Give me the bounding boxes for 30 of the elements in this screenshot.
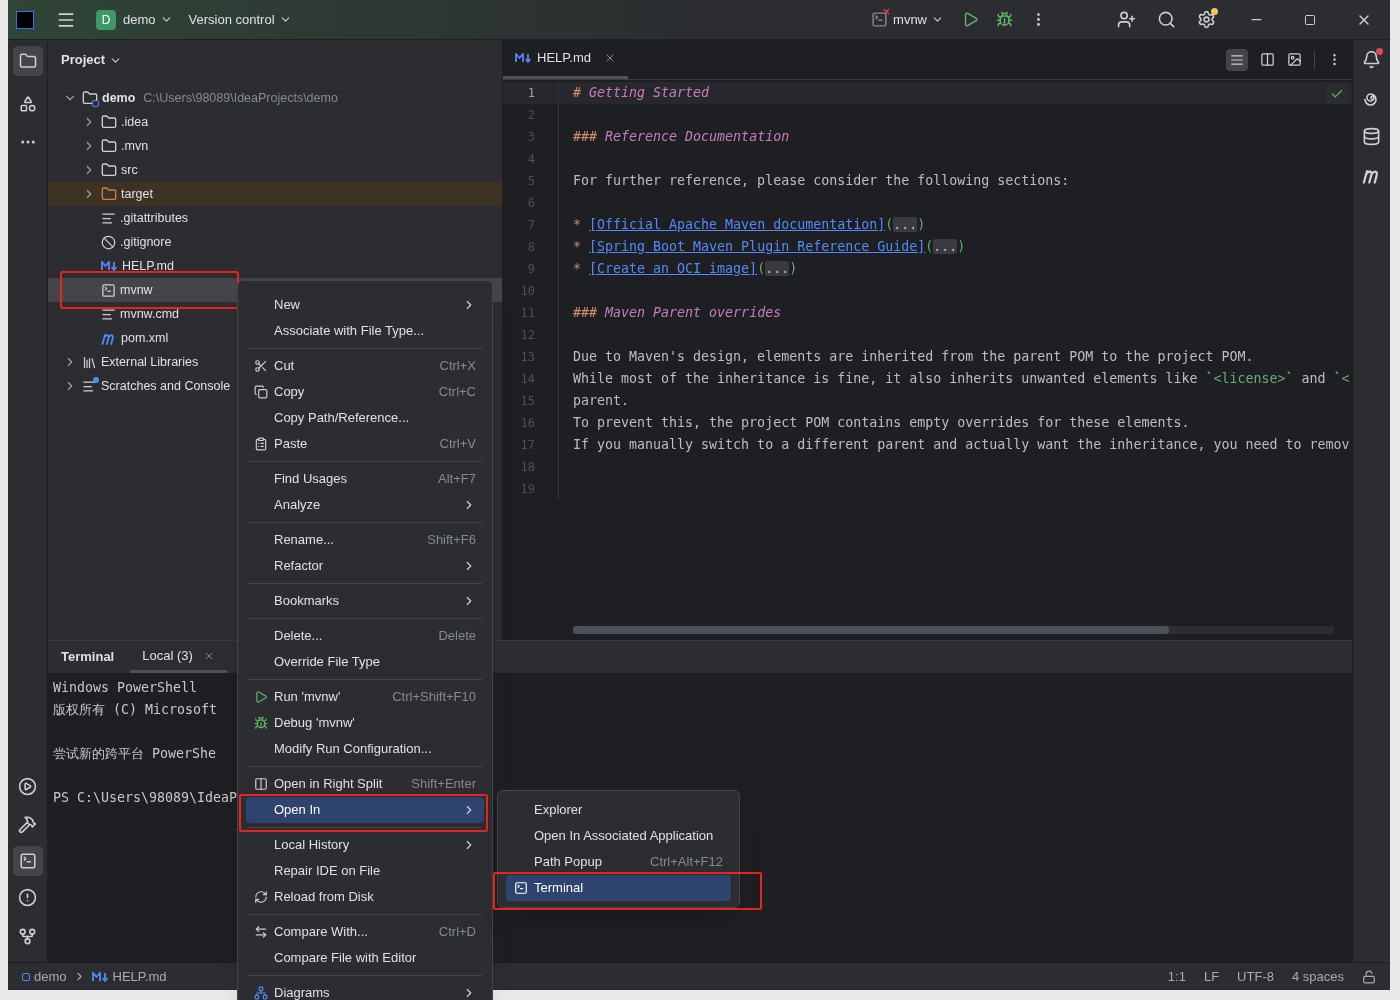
- code-line: * [Official Apache Maven documentation](...): [573, 216, 926, 235]
- code-line: ### Reference Documentation: [573, 128, 790, 147]
- shortcut-text: Alt+F7: [438, 470, 476, 489]
- tool-window-title: Terminal: [61, 648, 115, 667]
- code-line: If you manually switch to a different parent and actually want the inheritance, you need to remov: [573, 436, 1350, 455]
- terminal-line: PS C:\Users\98089\IdeaP: [53, 789, 238, 807]
- shortcut-text: Shift+Enter: [411, 775, 476, 794]
- shortcut-text: Ctrl+C: [438, 383, 476, 402]
- project-badge: D: [96, 9, 116, 30]
- code-line: To prevent this, the project POM contains empty overrides for these elements.: [573, 414, 1190, 433]
- code-line: Due to Maven's design, elements are inherited from the parent POM to the project POM.: [573, 348, 1254, 367]
- shortcut-text: Ctrl+Shift+F10: [392, 688, 476, 707]
- code-line: parent.: [573, 392, 630, 411]
- shortcut-text: Shift+F6: [427, 531, 476, 550]
- code-line: While most of the inheritance is fine, it also inherits unwanted elements like `<license>` and `<: [573, 370, 1350, 389]
- shortcut-text: Ctrl+V: [439, 435, 476, 454]
- shortcut-text: Delete: [438, 627, 476, 646]
- code-line: * [Create an OCI image](...): [573, 260, 798, 279]
- code-line: ### Maven Parent overrides: [573, 304, 782, 323]
- shortcut-text: Ctrl+X: [439, 357, 476, 376]
- terminal-line: 版权所有 (C) Microsoft: [53, 701, 218, 719]
- code-line: * [Spring Boot Maven Plugin Reference Guide](...): [573, 238, 966, 257]
- shortcut-text: Ctrl+D: [438, 923, 476, 942]
- code-line: # Getting Started: [573, 84, 710, 103]
- code-line: For further reference, please consider the following sections:: [573, 172, 1070, 191]
- line-number: 1: [526, 85, 535, 102]
- terminal-line: 尝试新的跨平台 PowerShe: [53, 745, 217, 763]
- path-hint: C:\Users\98089\IdeaProjects\demo: [143, 89, 338, 107]
- shortcut-text: Ctrl+Alt+F12: [650, 853, 723, 872]
- terminal-line: Windows PowerShell: [53, 679, 198, 697]
